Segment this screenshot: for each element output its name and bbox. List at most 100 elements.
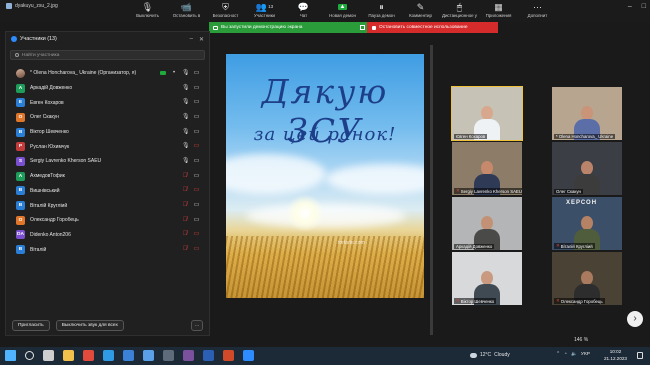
participant-row[interactable]: В Віталій Кругліий 🎙̸ ▭: [6, 198, 209, 213]
camera-icon[interactable]: ▭: [193, 158, 200, 165]
participant-row[interactable]: А Аркадій Довженко 🎙 ▭: [6, 81, 209, 96]
microphone-icon[interactable]: 🎙: [182, 99, 190, 106]
camera-off-icon[interactable]: ▭: [193, 187, 200, 194]
participant-row[interactable]: В Вишнівський 🎙̸ ▭: [6, 184, 209, 199]
video-tile-name: Аркадій Довженко: [454, 244, 495, 249]
video-tile[interactable]: Олег Скакун: [552, 142, 622, 195]
mute-all-button[interactable]: Выключить звук для всех: [55, 319, 124, 331]
video-tile[interactable]: ✕ Олександр Горобець: [552, 252, 622, 305]
more-button[interactable]: ⋯ Дополнит: [518, 2, 557, 18]
maximize-icon[interactable]: □: [642, 3, 646, 10]
video-tile-name: ✕ Sergiy Lavrenko Kherson SAEU: [454, 188, 522, 194]
language-indicator[interactable]: УКР: [581, 352, 590, 357]
camera-icon[interactable]: ▭: [193, 85, 200, 92]
microphone-icon[interactable]: 🎙: [182, 158, 190, 165]
apps-button[interactable]: ▦ Приложения: [479, 2, 518, 18]
clock-date: 21.12.2023: [604, 355, 627, 361]
camera-icon[interactable]: ▭: [193, 114, 200, 121]
minimize-panel-icon[interactable]: –: [190, 36, 193, 43]
minimize-icon[interactable]: –: [628, 3, 632, 10]
mail-icon[interactable]: [123, 350, 134, 361]
task-view-icon[interactable]: [43, 350, 54, 361]
video-tile[interactable]: ХЕРСОН ✕ Віталій Кругліий: [552, 197, 622, 250]
participant-row[interactable]: * Olena Honcharova_ Ukraine (Организатор…: [6, 66, 209, 81]
clock[interactable]: 10:02 21.12.2023: [604, 349, 627, 362]
microphone-icon[interactable]: 🎙: [182, 129, 190, 136]
microphone-icon[interactable]: 🎙: [182, 85, 190, 92]
camera-off-icon[interactable]: ▭: [193, 231, 200, 238]
camera-icon[interactable]: ▭: [193, 129, 200, 136]
weather-widget[interactable]: 12°C Cloudy: [470, 352, 510, 358]
zoom-icon[interactable]: [243, 350, 254, 361]
participant-row[interactable]: О Олег Скакун 🎙 ▭: [6, 110, 209, 125]
participant-row[interactable]: О Олександр Горобець 🎙̸ ▭: [6, 213, 209, 228]
notification-icon[interactable]: [637, 352, 643, 359]
microphone-icon[interactable]: 🎙: [182, 143, 190, 150]
edge-icon[interactable]: [103, 350, 114, 361]
more-icon: ⋯: [533, 1, 542, 12]
participant-row[interactable]: В Віктор Шевченко 🎙 ▭: [6, 125, 209, 140]
video-tile[interactable]: Євген Кохаров: [451, 86, 523, 141]
video-tile[interactable]: Аркадій Довженко: [452, 197, 522, 250]
mic-muted-icon[interactable]: 🎙̸: [182, 187, 188, 194]
participant-row[interactable]: Р Руслан Юхимчук 🎙 ▭: [6, 139, 209, 154]
camera-off-icon[interactable]: ▭: [193, 246, 200, 253]
camera-icon[interactable]: ▭: [193, 70, 200, 77]
camera-icon[interactable]: ▭: [193, 173, 200, 180]
participant-row[interactable]: В Віталій 🎙̸ ▭: [6, 242, 209, 257]
share-banner: Вы запустили демонстрацию экрана Останов…: [209, 22, 498, 33]
participant-row[interactable]: А АхмедовТофик 🎙̸ ▭: [6, 169, 209, 184]
wifi-icon[interactable]: ◔: [564, 352, 567, 357]
shield-button[interactable]: ⛨ Безопасност: [206, 2, 245, 18]
volume-icon[interactable]: 🔈: [571, 352, 577, 357]
participant-row[interactable]: DA Didenko Anton206 🎙̸ ▭: [6, 228, 209, 243]
annotate-button[interactable]: ✎ Комментир: [401, 2, 440, 18]
pause-button[interactable]: ⏸ Пауза демон: [362, 2, 401, 18]
share-screen-button[interactable]: ▲ Новая демон: [323, 2, 362, 18]
video-tile[interactable]: ✕ Віктор Шевченко: [452, 252, 522, 305]
store-icon[interactable]: [143, 350, 154, 361]
participants-icon: 👥: [255, 1, 268, 12]
stop-share-button[interactable]: Остановить совместное использование: [367, 22, 498, 33]
close-panel-icon[interactable]: ✕: [199, 36, 204, 43]
zoom-level[interactable]: 146 %: [574, 337, 588, 343]
video-tile[interactable]: ✕ Sergiy Lavrenko Kherson SAEU: [452, 142, 522, 195]
camera-icon[interactable]: ▭: [193, 202, 200, 209]
search-icon[interactable]: [25, 351, 34, 360]
participant-search-input[interactable]: Найти участника: [10, 50, 205, 60]
participant-row[interactable]: Е Евген Кохаров 🎙 ▭: [6, 95, 209, 110]
mic-muted-icon[interactable]: 🎙̸: [182, 173, 188, 180]
mic-muted-icon[interactable]: 🎙̸: [182, 246, 188, 253]
mic-muted-icon[interactable]: 🎙̸: [182, 231, 188, 238]
chat-button[interactable]: 💬 Чат: [284, 2, 323, 18]
camera-icon[interactable]: ▭: [193, 217, 200, 224]
file-explorer-icon[interactable]: [63, 350, 74, 361]
video-tile[interactable]: * Olena Honcharova_ Ukraine: [552, 87, 622, 140]
remote-control-button[interactable]: 🖱 Дистанционное у: [440, 2, 479, 18]
microphone-icon[interactable]: 🎙: [182, 114, 190, 121]
microphone-button[interactable]: 🎙 Выключить: [128, 2, 167, 18]
mic-muted-icon[interactable]: 🎙̸: [182, 217, 188, 224]
splitter-handle[interactable]: [430, 45, 433, 335]
viber-icon[interactable]: [183, 350, 194, 361]
avatar: В: [16, 186, 25, 196]
camera-icon[interactable]: ▭: [193, 99, 200, 106]
microphone-icon[interactable]: 🎙: [182, 70, 190, 77]
participant-row[interactable]: S Sergiy Lavrenko Kherson SAEU 🎙 ▭: [6, 154, 209, 169]
more-options-button[interactable]: ...: [191, 319, 203, 331]
toolbar-label: Приложения: [485, 13, 512, 18]
windows-start-icon[interactable]: [5, 350, 16, 361]
powerpoint-icon[interactable]: [223, 350, 234, 361]
next-page-button[interactable]: ›: [627, 311, 643, 327]
word-icon[interactable]: [203, 350, 214, 361]
camera-icon[interactable]: [163, 350, 174, 361]
tray-expand-icon[interactable]: ⌃: [556, 352, 560, 357]
participants-button[interactable]: 👥 13 Участники: [245, 2, 284, 18]
invite-button[interactable]: Пригласить: [12, 319, 50, 331]
camera-off-icon[interactable]: ▭: [193, 143, 200, 150]
pip-icon[interactable]: [360, 25, 365, 30]
chrome-icon[interactable]: [83, 350, 94, 361]
video-tile-name: ✕ Олександр Горобець: [554, 298, 605, 304]
mic-muted-icon[interactable]: 🎙̸: [182, 202, 188, 209]
video-camera-button[interactable]: 📹 Остановить в: [167, 2, 206, 18]
